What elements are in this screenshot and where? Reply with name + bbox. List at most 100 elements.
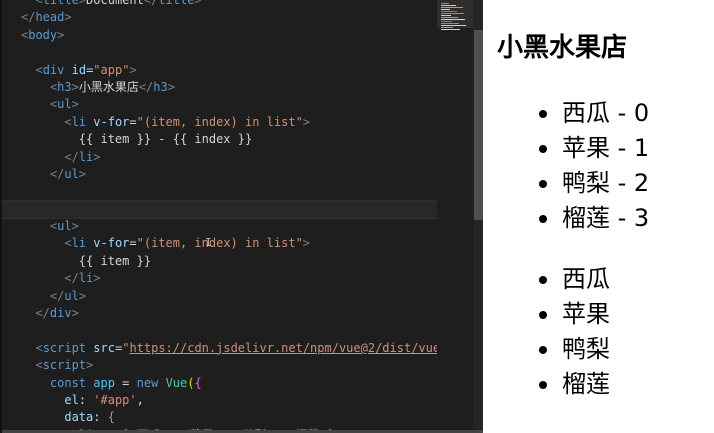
scrollbar-thumb[interactable] xyxy=(474,30,483,220)
code-token: > xyxy=(78,288,87,303)
code-line[interactable] xyxy=(21,44,451,61)
code-token: title xyxy=(158,0,195,7)
minimap[interactable] xyxy=(437,0,473,433)
code-token: < xyxy=(21,236,72,251)
code-token: { xyxy=(194,375,202,390)
code-token: { xyxy=(107,410,115,425)
code-token: v-for xyxy=(93,114,130,129)
code-token: app xyxy=(93,375,115,390)
code-token: > xyxy=(57,27,65,42)
code-token: {{ item }} xyxy=(21,253,152,268)
code-line[interactable]: data: { xyxy=(21,409,451,426)
code-token: > xyxy=(71,79,79,94)
code-line[interactable]: {{ item }} - {{ index }} xyxy=(21,131,451,148)
code-token: </ xyxy=(21,306,50,321)
code-line[interactable]: <script src="https://cdn.jsdelivr.net/np… xyxy=(21,340,455,357)
code-token: > xyxy=(86,358,94,373)
code-token: ul xyxy=(64,288,79,303)
code-token: 小黑水果店 xyxy=(78,79,139,94)
code-token: https://cdn.jsdelivr.net/npm/vue@2/dist/… xyxy=(129,340,455,355)
code-token: > xyxy=(78,0,87,7)
code-token: </ xyxy=(21,271,79,286)
code-token: </ xyxy=(21,288,65,303)
code-token: new xyxy=(136,375,159,390)
code-token: > xyxy=(64,10,72,25)
code-token: body xyxy=(28,27,58,42)
code-line[interactable]: </ul> xyxy=(21,288,451,305)
code-token: {{ item }} - {{ index }} xyxy=(21,132,253,147)
code-line[interactable] xyxy=(21,183,451,200)
code-token: Document xyxy=(86,0,144,7)
minimap-line xyxy=(441,19,465,20)
code-area[interactable]: <title>Document</title> </head> <body> <di… xyxy=(2,0,483,433)
code-token: div xyxy=(49,306,72,321)
code-token: title xyxy=(42,0,79,7)
code-line[interactable]: </li> xyxy=(21,149,451,166)
code-token: ul xyxy=(57,97,72,112)
code-line[interactable]: el: '#app', xyxy=(21,392,451,409)
code-token: < xyxy=(21,79,58,94)
code-token: script xyxy=(42,340,87,355)
code-line[interactable] xyxy=(21,322,451,339)
minimap-line xyxy=(441,27,453,28)
code-line[interactable]: <li v-for="(item, index) in list"> xyxy=(21,235,451,252)
code-token: : xyxy=(93,410,108,425)
fruit-list: 西瓜 苹果 鸭梨 榴莲 xyxy=(539,262,610,402)
code-line[interactable]: const app = new Vue({ xyxy=(21,375,451,392)
code-token: const xyxy=(49,375,87,390)
list-item: 鸭梨 xyxy=(539,332,610,367)
code-token: < xyxy=(21,114,72,129)
code-editor[interactable]: <title>Document</title> </head> <body> <di… xyxy=(0,0,483,433)
code-token: li xyxy=(78,271,94,286)
code-token: < xyxy=(21,358,43,373)
minimap-line xyxy=(441,7,463,8)
code-line[interactable]: <ul> xyxy=(21,96,451,113)
code-token: "app" xyxy=(93,62,130,77)
code-line[interactable]: <title>Document</title> xyxy=(21,0,451,9)
fruit-list-with-index: 西瓜 - 0 苹果 - 1 鸭梨 - 2 榴莲 - 3 xyxy=(539,96,649,236)
minimap-line xyxy=(441,3,449,4)
code-token: li xyxy=(71,114,87,129)
code-token: h3 xyxy=(153,79,168,94)
code-line[interactable]: <div id="app"> xyxy=(21,62,451,79)
code-token: </ xyxy=(21,166,65,181)
browser-preview: 小黑水果店 西瓜 - 0 苹果 - 1 鸭梨 - 2 榴莲 - 3 西瓜 苹果 鸭梨 榴莲 xyxy=(483,0,714,433)
minimap-line xyxy=(441,25,466,26)
code-line[interactable]: <h3>小黑水果店</h3> xyxy=(21,79,451,96)
list-item: 苹果 xyxy=(539,297,610,332)
code-token: > xyxy=(71,306,79,321)
minimap-line xyxy=(441,23,459,24)
list-item: 西瓜 xyxy=(539,262,610,297)
code-token: el xyxy=(64,392,79,407)
code-token: ul xyxy=(57,219,72,234)
minimap-line xyxy=(441,29,460,30)
code-token: li xyxy=(78,149,94,164)
minimap-line xyxy=(441,17,458,18)
code-line[interactable]: </ul> xyxy=(21,166,451,183)
code-token: li xyxy=(71,236,87,251)
code-line[interactable]: <li v-for="(item, index) in list"> xyxy=(21,114,451,131)
minimap-line xyxy=(441,5,456,6)
code-token: </ xyxy=(21,10,36,25)
code-token: head xyxy=(35,10,65,25)
code-token: : xyxy=(78,392,94,407)
list-item: 西瓜 - 0 xyxy=(539,96,649,131)
code-line[interactable]: <body> xyxy=(21,27,451,44)
code-line[interactable]: {{ item }} xyxy=(21,253,451,270)
code-line[interactable] xyxy=(2,199,483,220)
code-line[interactable]: <ul> xyxy=(21,218,451,235)
code-line[interactable]: </div> xyxy=(21,305,451,322)
code-token: > xyxy=(93,271,101,286)
code-token: > xyxy=(302,236,311,251)
code-token: "(item, index) in list" xyxy=(136,236,303,251)
editor-scrollbar[interactable] xyxy=(473,0,483,433)
code-token: = xyxy=(129,236,137,251)
minimap-line xyxy=(441,9,450,10)
code-line[interactable]: <script> xyxy=(21,357,451,374)
code-line[interactable]: </li> xyxy=(21,270,451,287)
code-line[interactable]: </head> xyxy=(21,9,451,26)
code-token: = xyxy=(129,114,137,129)
code-token: v-for xyxy=(93,236,130,251)
